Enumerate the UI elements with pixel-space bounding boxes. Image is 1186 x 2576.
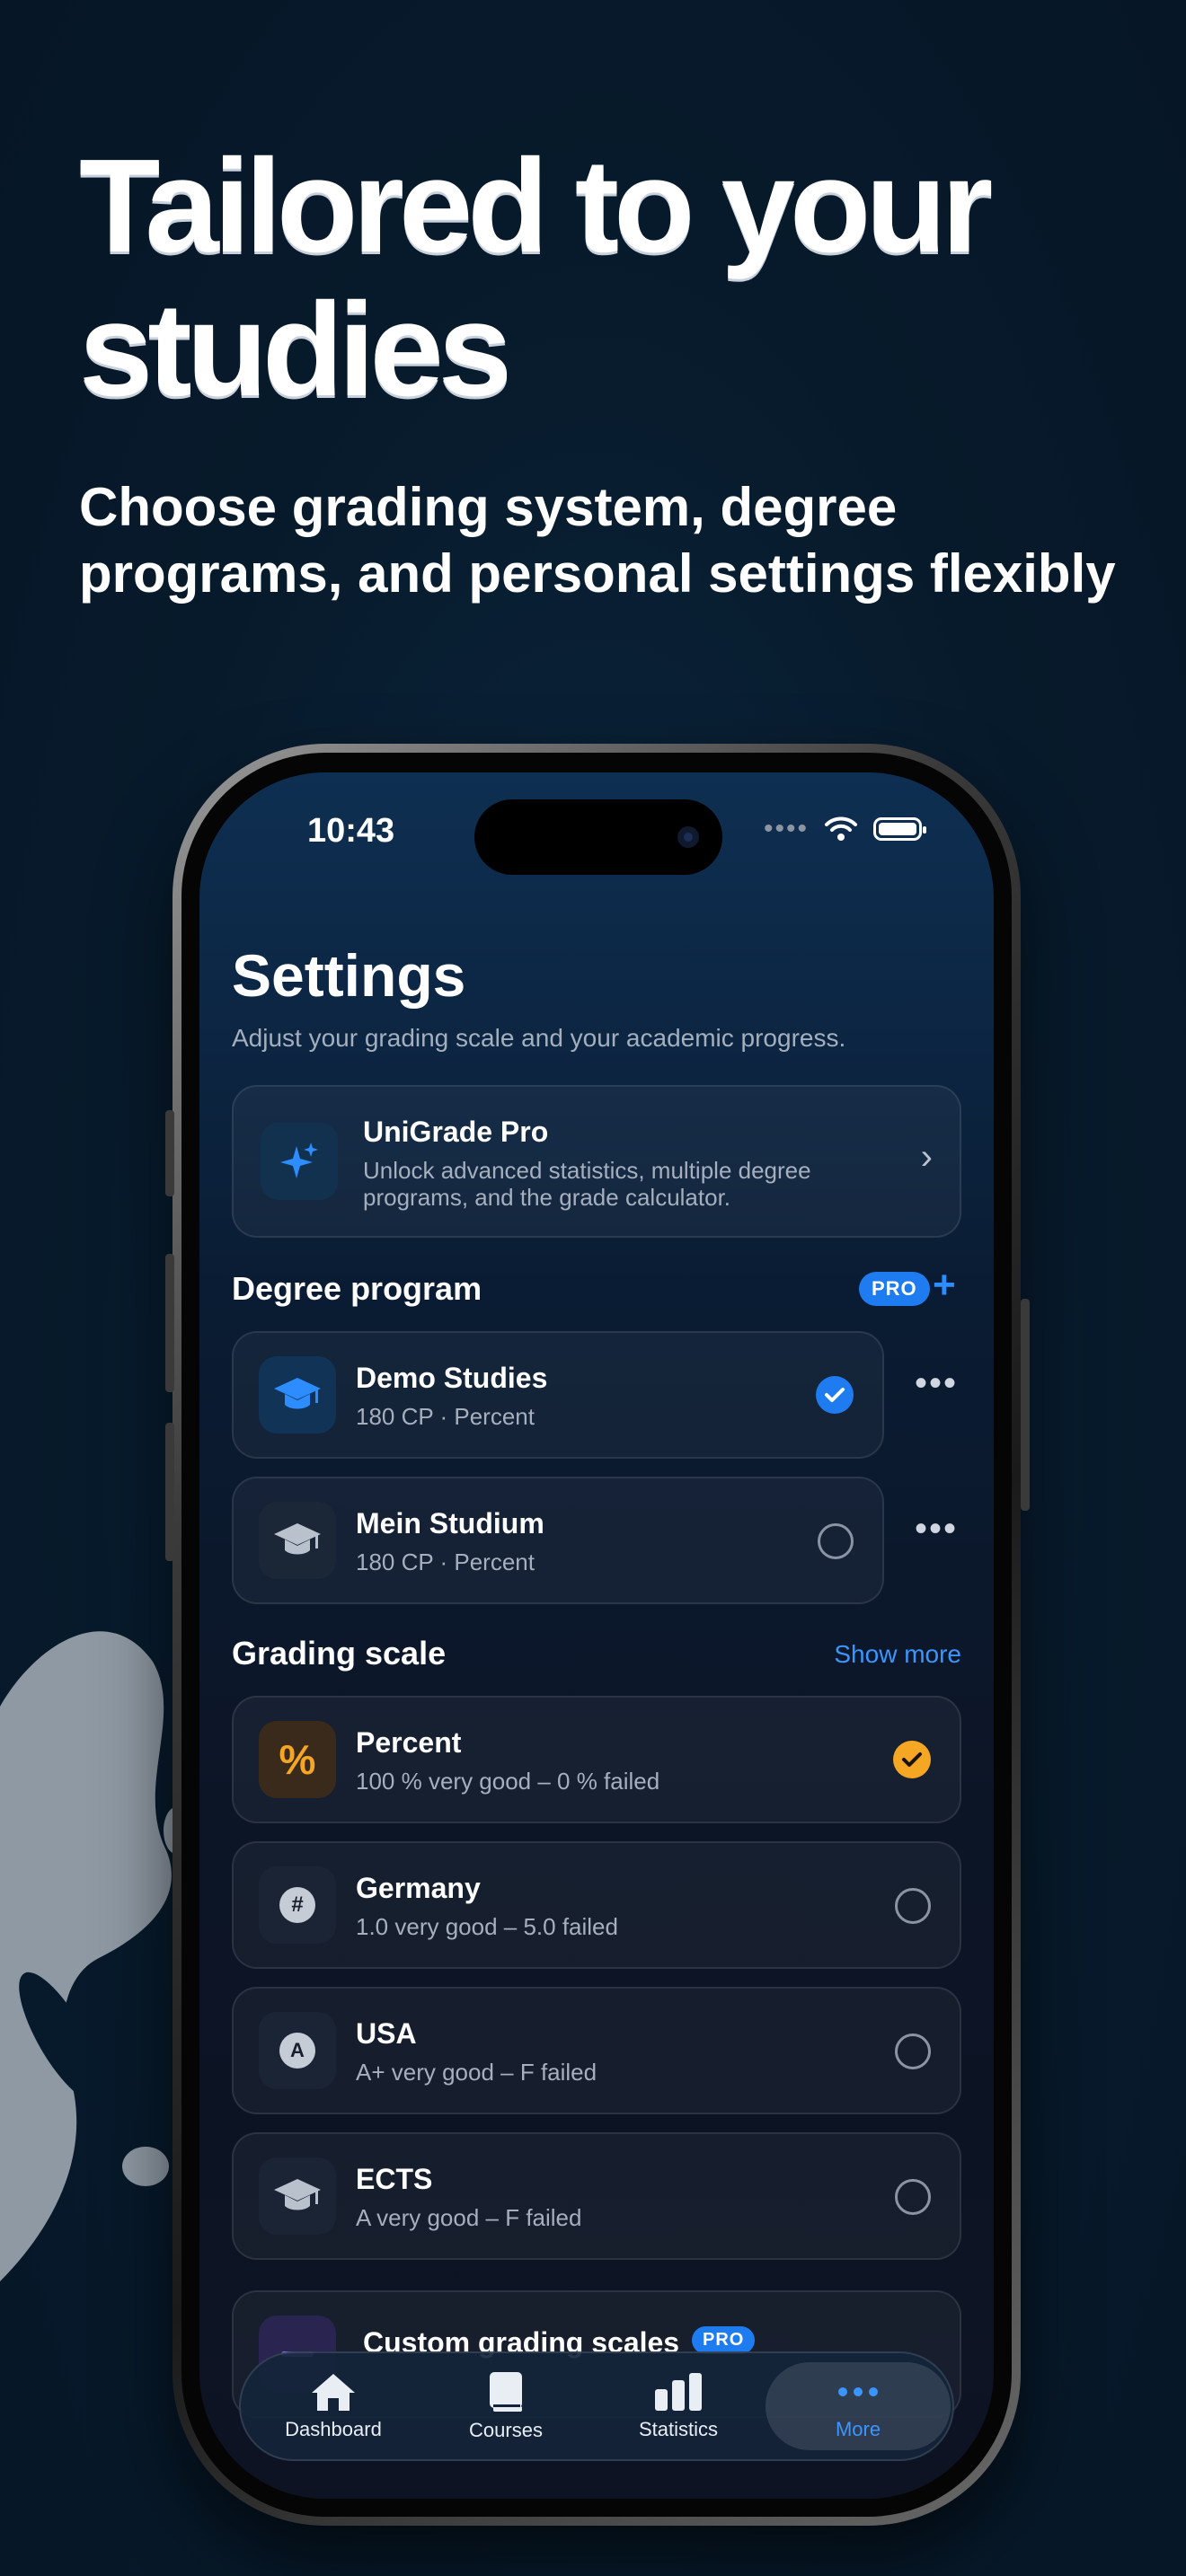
grading-detail: A very good – F failed: [356, 2204, 582, 2231]
pro-card-subtitle-1: Unlock advanced statistics, multiple deg…: [363, 1157, 811, 1184]
home-icon: [312, 2374, 355, 2411]
pro-card-title: UniGrade Pro: [363, 1116, 549, 1148]
selected-check-icon[interactable]: [816, 1376, 854, 1414]
phone-volume-up: [165, 1254, 174, 1392]
graduation-cap-icon: [259, 1502, 336, 1579]
degree-name: Mein Studium: [356, 1507, 544, 1539]
tab-courses[interactable]: Courses: [420, 2362, 591, 2450]
grading-item-percent[interactable]: % Percent 100 % very good – 0 % failed: [232, 1696, 961, 1823]
grading-detail: 1.0 very good – 5.0 failed: [356, 1913, 618, 1940]
pro-badge: PRO: [859, 1272, 930, 1306]
percent-icon: %: [259, 1721, 336, 1798]
degree-item-demo-studies[interactable]: Demo Studies 180 CP · Percent: [232, 1331, 884, 1459]
grading-name: Percent: [356, 1726, 462, 1759]
dynamic-island: [474, 799, 722, 875]
selected-check-icon[interactable]: [893, 1741, 931, 1778]
pro-card-subtitle-2: programs, and the grade calculator.: [363, 1184, 731, 1211]
degree-options-button[interactable]: •••: [915, 1509, 958, 1549]
sparkles-icon: [261, 1123, 338, 1200]
grading-item-ects[interactable]: ECTS A very good – F failed: [232, 2132, 961, 2260]
tab-label: More: [835, 2418, 881, 2440]
radio-unselected-icon[interactable]: [895, 2033, 931, 2069]
grading-item-germany[interactable]: # Germany 1.0 very good – 5.0 failed: [232, 1841, 961, 1969]
degree-detail: 180 CP · Percent: [356, 1548, 535, 1575]
unigrade-pro-card[interactable]: UniGrade Pro Unlock advanced statistics,…: [232, 1085, 961, 1238]
radio-unselected-icon[interactable]: [818, 1523, 854, 1559]
degree-program-heading: Degree program: [232, 1270, 482, 1307]
ellipsis-icon: [838, 2387, 878, 2396]
grading-detail: 100 % very good – 0 % failed: [356, 1768, 660, 1795]
battery-icon: [873, 817, 926, 841]
book-icon: [490, 2372, 522, 2412]
page-description: Adjust your grading scale and your acade…: [232, 1024, 846, 1052]
tab-statistics[interactable]: Statistics: [593, 2362, 764, 2450]
degree-name: Demo Studies: [356, 1362, 548, 1394]
degree-options-button[interactable]: •••: [915, 1363, 958, 1404]
tab-bar: Dashboard Courses Statistics More: [239, 2351, 954, 2461]
grading-item-usa[interactable]: A USA A+ very good – F failed: [232, 1987, 961, 2114]
grading-name: ECTS: [356, 2163, 433, 2195]
chevron-right-icon: ›: [920, 1137, 933, 1177]
wifi-icon: [825, 816, 857, 841]
phone-action-button: [165, 1110, 174, 1196]
degree-detail: 180 CP · Percent: [356, 1403, 535, 1430]
hash-icon: #: [259, 1866, 336, 1944]
phone-screen: 10:43 •••• Settings Adjust your grading …: [199, 772, 994, 2499]
signal-icon: ••••: [763, 814, 809, 843]
graduation-cap-icon: [259, 2157, 336, 2235]
chart-icon: [655, 2373, 702, 2411]
show-more-link[interactable]: Show more: [834, 1640, 961, 1669]
pro-badge: PRO: [692, 2326, 756, 2354]
status-icons: ••••: [763, 814, 926, 844]
tab-label: Dashboard: [285, 2418, 382, 2440]
grading-name: USA: [356, 2017, 417, 2050]
phone-side-button: [1021, 1299, 1030, 1511]
tab-more[interactable]: More: [766, 2362, 951, 2450]
grading-scale-heading: Grading scale: [232, 1635, 447, 1672]
tab-label: Statistics: [638, 2418, 719, 2440]
add-degree-button[interactable]: +: [933, 1263, 956, 1308]
status-time: 10:43: [307, 812, 395, 850]
degree-item-mein-studium[interactable]: Mein Studium 180 CP · Percent: [232, 1477, 884, 1604]
grading-name: Germany: [356, 1872, 481, 1904]
letter-a-icon: A: [259, 2012, 336, 2089]
radio-unselected-icon[interactable]: [895, 1888, 931, 1924]
tab-dashboard[interactable]: Dashboard: [248, 2362, 419, 2450]
phone-volume-down: [165, 1423, 174, 1561]
subheadline: Choose grading system, degree programs, …: [79, 477, 1116, 604]
page-title: Settings: [232, 942, 466, 1009]
radio-unselected-icon[interactable]: [895, 2179, 931, 2215]
grading-detail: A+ very good – F failed: [356, 2059, 597, 2086]
tab-label: Courses: [469, 2419, 543, 2441]
headline: Tailored to your studies: [79, 132, 993, 424]
graduation-cap-icon: [259, 1356, 336, 1434]
